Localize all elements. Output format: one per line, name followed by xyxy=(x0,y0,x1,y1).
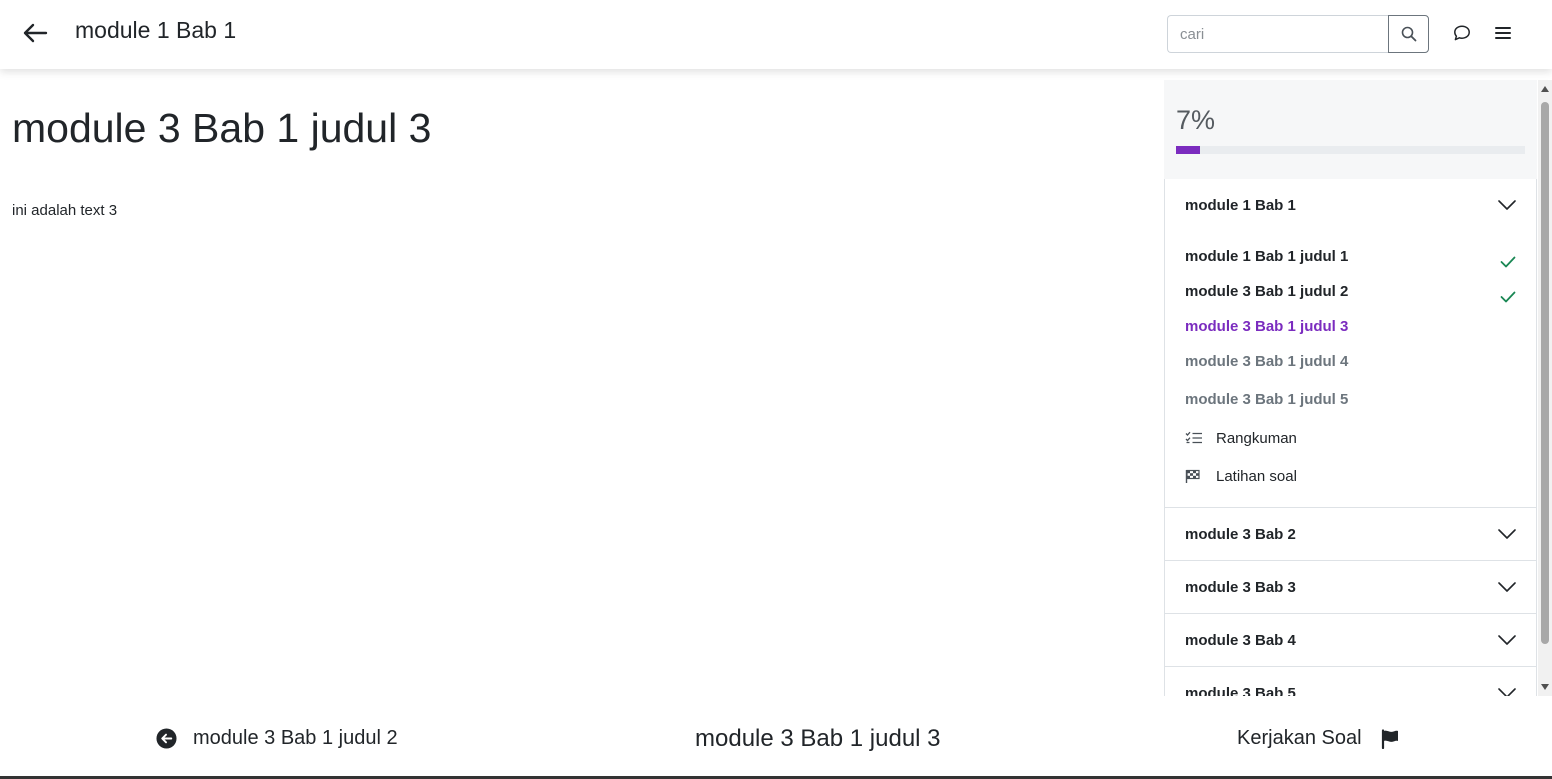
check-icon xyxy=(1500,291,1516,302)
lesson-item-active[interactable]: module 3 Bab 1 judul 3 xyxy=(1165,309,1536,344)
chevron-down-icon xyxy=(1498,688,1516,696)
menu-button[interactable] xyxy=(1490,20,1516,46)
chevron-down-icon xyxy=(1498,582,1516,592)
accordion-title: module 3 Bab 2 xyxy=(1185,525,1296,543)
accordion-title: module 1 Bab 1 xyxy=(1185,196,1296,214)
accordion-header-bab-5[interactable]: module 3 Bab 5 xyxy=(1165,667,1536,696)
progress-bar xyxy=(1176,146,1525,154)
current-lesson-label: module 3 Bab 1 judul 3 xyxy=(695,725,941,752)
lesson-item-label: module 3 Bab 1 judul 2 xyxy=(1185,283,1349,300)
arrow-left-circle-icon xyxy=(156,728,177,749)
do-exercise-label: Kerjakan Soal xyxy=(1237,727,1362,749)
search-group xyxy=(1167,15,1429,53)
sidebar-scrollbar[interactable] xyxy=(1538,80,1552,696)
search-icon xyxy=(1401,26,1416,42)
scrollbar-thumb[interactable] xyxy=(1541,102,1549,644)
chat-button[interactable] xyxy=(1449,20,1475,46)
search-button[interactable] xyxy=(1388,15,1429,53)
accordion-section: module 3 Bab 4 xyxy=(1164,614,1537,667)
scroll-down-arrow-icon[interactable] xyxy=(1541,684,1549,690)
lesson-item[interactable]: module 3 Bab 1 judul 5 xyxy=(1165,379,1536,419)
lesson-navigation-footer: module 3 Bab 1 judul 2 module 3 Bab 1 ju… xyxy=(0,699,1552,779)
hamburger-menu-icon xyxy=(1495,27,1511,39)
scroll-up-arrow-icon[interactable] xyxy=(1541,86,1549,92)
accordion-header-bab-1[interactable]: module 1 Bab 1 xyxy=(1165,179,1536,231)
lesson-item-label: module 3 Bab 1 judul 3 xyxy=(1185,318,1349,335)
course-sidebar: 7% module 1 Bab 1 module 1 Bab 1 judul 1… xyxy=(1164,80,1537,696)
lesson-item-label: module 3 Bab 1 judul 4 xyxy=(1185,353,1349,370)
accordion-header-bab-3[interactable]: module 3 Bab 3 xyxy=(1165,561,1536,613)
accordion-section: module 3 Bab 3 xyxy=(1164,561,1537,614)
accordion-section: module 1 Bab 1 module 1 Bab 1 judul 1 mo… xyxy=(1164,179,1537,508)
accordion-header-bab-2[interactable]: module 3 Bab 2 xyxy=(1165,508,1536,560)
exercise-label: Latihan soal xyxy=(1216,467,1297,485)
progress-panel: 7% xyxy=(1164,80,1537,179)
flag-icon xyxy=(1381,728,1398,749)
check-icon xyxy=(1500,256,1516,267)
lesson-item[interactable]: module 3 Bab 1 judul 4 xyxy=(1165,344,1536,379)
accordion-title: module 3 Bab 4 xyxy=(1185,631,1296,649)
previous-lesson-label: module 3 Bab 1 judul 2 xyxy=(193,727,398,749)
do-exercise-button[interactable]: Kerjakan Soal xyxy=(1237,727,1400,750)
search-input[interactable] xyxy=(1167,15,1388,53)
summary-label: Rangkuman xyxy=(1216,429,1297,447)
checkered-flag-icon xyxy=(1185,469,1200,483)
lesson-item-label: module 1 Bab 1 judul 1 xyxy=(1185,248,1349,265)
progress-percentage: 7% xyxy=(1176,105,1216,135)
progress-bar-fill xyxy=(1176,146,1201,154)
accordion-section: module 3 Bab 5 xyxy=(1164,667,1537,696)
accordion-section: module 3 Bab 2 xyxy=(1164,508,1537,561)
checklist-icon xyxy=(1185,431,1202,444)
summary-link[interactable]: Rangkuman xyxy=(1165,419,1536,457)
lesson-item[interactable]: module 1 Bab 1 judul 1 xyxy=(1165,239,1536,274)
chevron-down-icon xyxy=(1498,635,1516,645)
chevron-up-icon xyxy=(1498,200,1516,210)
back-button[interactable] xyxy=(18,18,52,48)
accordion-title: module 3 Bab 3 xyxy=(1185,578,1296,596)
accordion-body: module 1 Bab 1 judul 1 module 3 Bab 1 ju… xyxy=(1165,231,1536,507)
lesson-content: module 3 Bab 1 judul 3 ini adalah text 3 xyxy=(0,69,1160,699)
exercise-link[interactable]: Latihan soal xyxy=(1165,457,1536,495)
lesson-title: module 3 Bab 1 judul 3 xyxy=(12,105,432,151)
lesson-item-label: module 3 Bab 1 judul 5 xyxy=(1185,390,1349,408)
chat-icon xyxy=(1454,25,1470,41)
arrow-left-icon xyxy=(23,23,48,43)
header-title: module 1 Bab 1 xyxy=(75,17,237,43)
lesson-item[interactable]: module 3 Bab 1 judul 2 xyxy=(1165,274,1536,309)
top-navbar: module 1 Bab 1 xyxy=(0,0,1552,69)
previous-lesson-button[interactable]: module 3 Bab 1 judul 2 xyxy=(156,727,398,750)
accordion-header-bab-4[interactable]: module 3 Bab 4 xyxy=(1165,614,1536,666)
lesson-text: ini adalah text 3 xyxy=(12,202,118,219)
accordion-title: module 3 Bab 5 xyxy=(1185,684,1296,697)
chevron-down-icon xyxy=(1498,529,1516,539)
